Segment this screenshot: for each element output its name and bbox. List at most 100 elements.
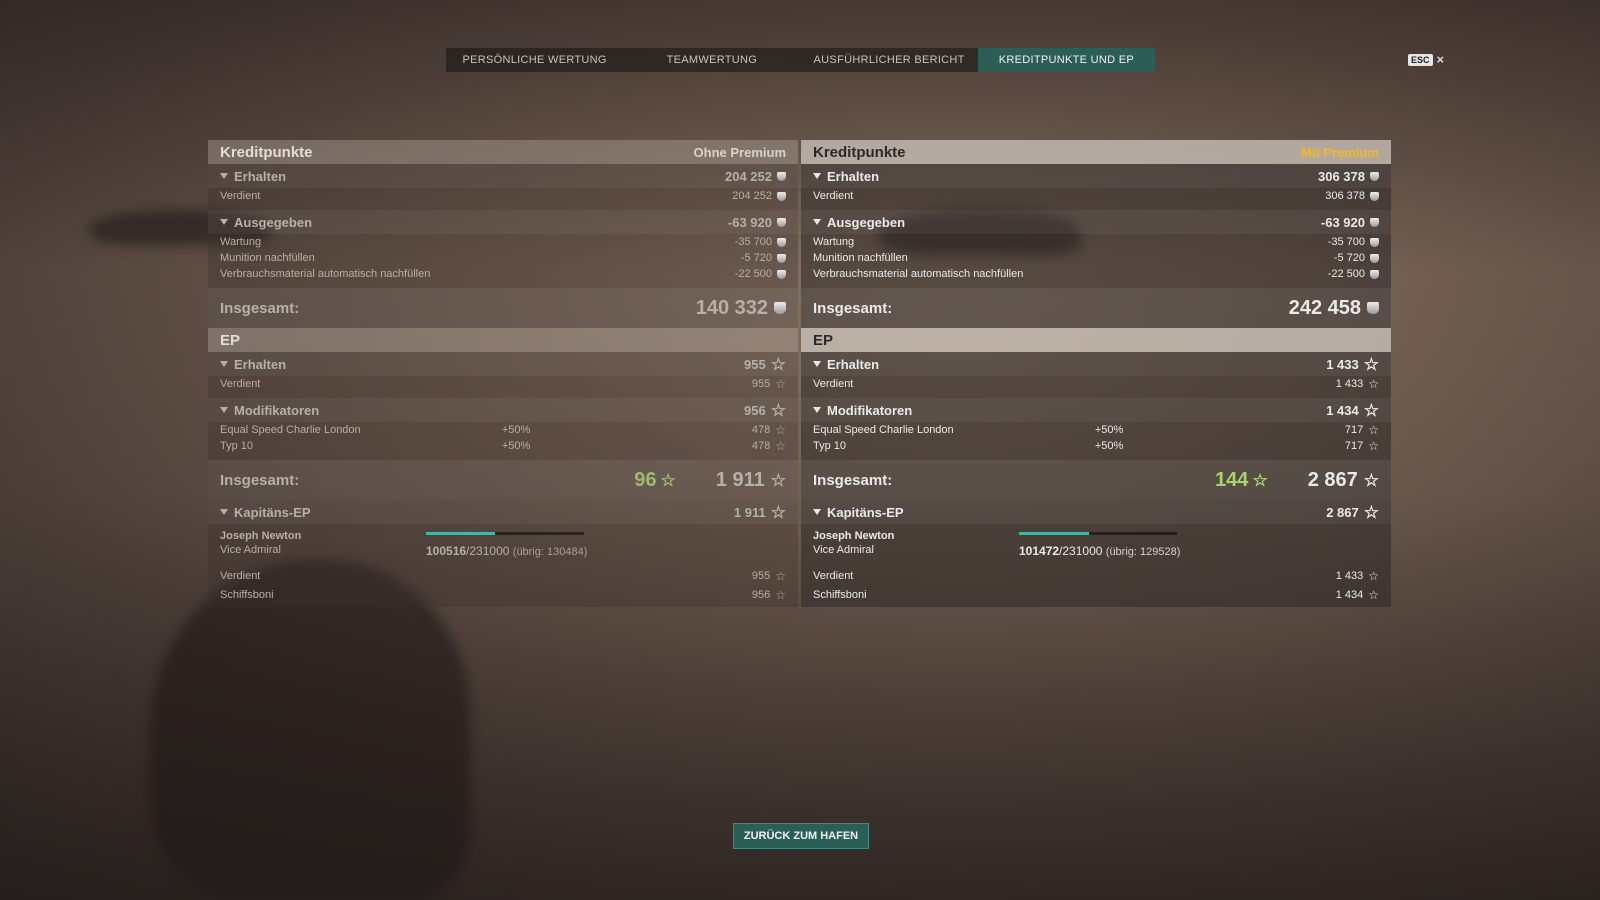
- captain-xp-progress: [426, 532, 584, 535]
- credits-header: Kreditpunkte Mit Premium: [801, 140, 1391, 164]
- star-icon: ☆: [1368, 588, 1379, 602]
- panel-with-premium: Kreditpunkte Mit Premium Erhalten 306 37…: [801, 140, 1391, 607]
- captain-xp-text: 101472/231000 (übrig: 129528): [1019, 544, 1181, 558]
- star-icon: ☆: [1368, 423, 1379, 437]
- modifiers-group[interactable]: Modifikatoren 1 434 ☆: [801, 398, 1391, 422]
- credits-earned-row: Verdient 204 252: [208, 188, 798, 204]
- ship-bonus-row: Schiffsboni 956 ☆: [220, 588, 786, 602]
- credit-coin-icon: [1367, 302, 1379, 314]
- captain-name: Joseph Newton: [813, 530, 895, 542]
- star-icon: ☆: [1368, 569, 1379, 583]
- captain-rank: Vice Admiral: [220, 544, 281, 556]
- star-icon: ☆: [775, 377, 786, 391]
- xp-header: EP: [801, 328, 1391, 352]
- chevron-down-icon: [220, 173, 228, 179]
- star-icon: ☆: [775, 423, 786, 437]
- xp-received-group[interactable]: Erhalten 955 ☆: [208, 352, 798, 376]
- xp-received-group[interactable]: Erhalten 1 433 ☆: [801, 352, 1391, 376]
- credit-coin-icon: [777, 237, 786, 247]
- credits-total: Insgesamt: 242 458: [801, 288, 1391, 328]
- captain-name: Joseph Newton: [220, 530, 302, 542]
- credit-coin-icon: [1370, 253, 1379, 263]
- xp-earned-row: Verdient 955 ☆: [220, 377, 786, 391]
- close-icon: ×: [1436, 52, 1445, 67]
- credit-coin-icon: [777, 191, 786, 201]
- premium-status: Ohne Premium: [693, 144, 786, 160]
- chevron-down-icon: [813, 361, 821, 367]
- credit-coin-icon: [777, 171, 786, 181]
- captain-earned-row: Verdient 955 ☆: [220, 569, 786, 583]
- rock-silhouette: [150, 560, 470, 900]
- captain-info: Joseph Newton Vice Admiral 101472/231000…: [801, 524, 1391, 568]
- star-icon: ☆: [1363, 470, 1379, 490]
- star-icon: ☆: [775, 569, 786, 583]
- tab-credits-xp[interactable]: KREDITPUNKTE UND EP: [977, 48, 1155, 72]
- chevron-down-icon: [813, 407, 821, 413]
- captain-xp-group[interactable]: Kapitäns-EP 1 911 ☆: [208, 500, 798, 524]
- star-icon: ☆: [1368, 439, 1379, 453]
- star-icon: ☆: [1252, 470, 1268, 490]
- captain-xp-text: 100516/231000 (übrig: 130484): [426, 544, 588, 558]
- star-icon: ☆: [770, 354, 786, 374]
- star-icon: ☆: [1363, 400, 1379, 420]
- credits-received-group[interactable]: Erhalten 306 378: [801, 164, 1391, 188]
- modifier-row: Equal Speed Charlie London +50% 478 ☆: [220, 423, 786, 437]
- chevron-down-icon: [220, 219, 228, 225]
- credits-received-group[interactable]: Erhalten 204 252: [208, 164, 798, 188]
- captain-xp-group[interactable]: Kapitäns-EP 2 867 ☆: [801, 500, 1391, 524]
- chevron-down-icon: [220, 509, 228, 515]
- xp-total: Insgesamt: 144 ☆ 2 867 ☆: [801, 460, 1391, 500]
- consumables-row: Verbrauchsmaterial automatisch nachfülle…: [801, 266, 1391, 282]
- credits-title: Kreditpunkte: [813, 143, 906, 161]
- tab-bar: PERSÖNLICHE WERTUNG TEAMWERTUNG AUSFÜHRL…: [446, 48, 1155, 72]
- star-icon: ☆: [1363, 502, 1379, 522]
- captain-rank: Vice Admiral: [813, 544, 874, 556]
- credits-total: Insgesamt: 140 332: [208, 288, 798, 328]
- credit-coin-icon: [774, 302, 786, 314]
- credits-earned-row: Verdient 306 378: [801, 188, 1391, 204]
- xp-earned-row: Verdient 1 433 ☆: [813, 377, 1379, 391]
- chevron-down-icon: [220, 407, 228, 413]
- ammo-row: Munition nachfüllen -5 720: [801, 250, 1391, 266]
- maintenance-row: Wartung -35 700: [801, 234, 1391, 250]
- star-icon: ☆: [775, 588, 786, 602]
- captain-earned-row: Verdient 1 433 ☆: [813, 569, 1379, 583]
- modifier-row: Equal Speed Charlie London +50% 717 ☆: [813, 423, 1379, 437]
- credit-coin-icon: [777, 269, 786, 279]
- credits-spent-group[interactable]: Ausgegeben -63 920: [801, 210, 1391, 234]
- star-icon: ☆: [770, 470, 786, 490]
- captain-info: Joseph Newton Vice Admiral 100516/231000…: [208, 524, 798, 568]
- star-icon: ☆: [770, 502, 786, 522]
- tab-team-score[interactable]: TEAMWERTUNG: [623, 48, 800, 72]
- back-to-port-button[interactable]: ZURÜCK ZUM HAFEN: [733, 823, 869, 849]
- credit-coin-icon: [1370, 171, 1379, 181]
- modifiers-group[interactable]: Modifikatoren 956 ☆: [208, 398, 798, 422]
- credit-coin-icon: [1370, 237, 1379, 247]
- ammo-row: Munition nachfüllen -5 720: [208, 250, 798, 266]
- modifier-row: Typ 10 +50% 478 ☆: [220, 439, 786, 453]
- star-icon: ☆: [1368, 377, 1379, 391]
- xp-total: Insgesamt: 96 ☆ 1 911 ☆: [208, 460, 798, 500]
- maintenance-row: Wartung -35 700: [208, 234, 798, 250]
- credits-title: Kreditpunkte: [220, 143, 313, 161]
- chevron-down-icon: [813, 219, 821, 225]
- star-icon: ☆: [770, 400, 786, 420]
- captain-xp-progress: [1019, 532, 1177, 535]
- modifier-row: Typ 10 +50% 717 ☆: [813, 439, 1379, 453]
- esc-close-button[interactable]: ESC ×: [1408, 52, 1444, 67]
- star-icon: ☆: [775, 439, 786, 453]
- chevron-down-icon: [813, 509, 821, 515]
- credits-spent-group[interactable]: Ausgegeben -63 920: [208, 210, 798, 234]
- credit-coin-icon: [777, 217, 786, 227]
- chevron-down-icon: [813, 173, 821, 179]
- credit-coin-icon: [1370, 269, 1379, 279]
- tab-detailed-report[interactable]: AUSFÜHRLICHER BERICHT: [801, 48, 978, 72]
- tab-personal-score[interactable]: PERSÖNLICHE WERTUNG: [446, 48, 623, 72]
- premium-status: Mit Premium: [1300, 144, 1379, 160]
- credit-coin-icon: [777, 253, 786, 263]
- ship-bonus-row: Schiffsboni 1 434 ☆: [813, 588, 1379, 602]
- credits-header: Kreditpunkte Ohne Premium: [208, 140, 798, 164]
- credit-coin-icon: [1370, 191, 1379, 201]
- star-icon: ☆: [660, 470, 676, 490]
- esc-key-icon: ESC: [1408, 53, 1433, 66]
